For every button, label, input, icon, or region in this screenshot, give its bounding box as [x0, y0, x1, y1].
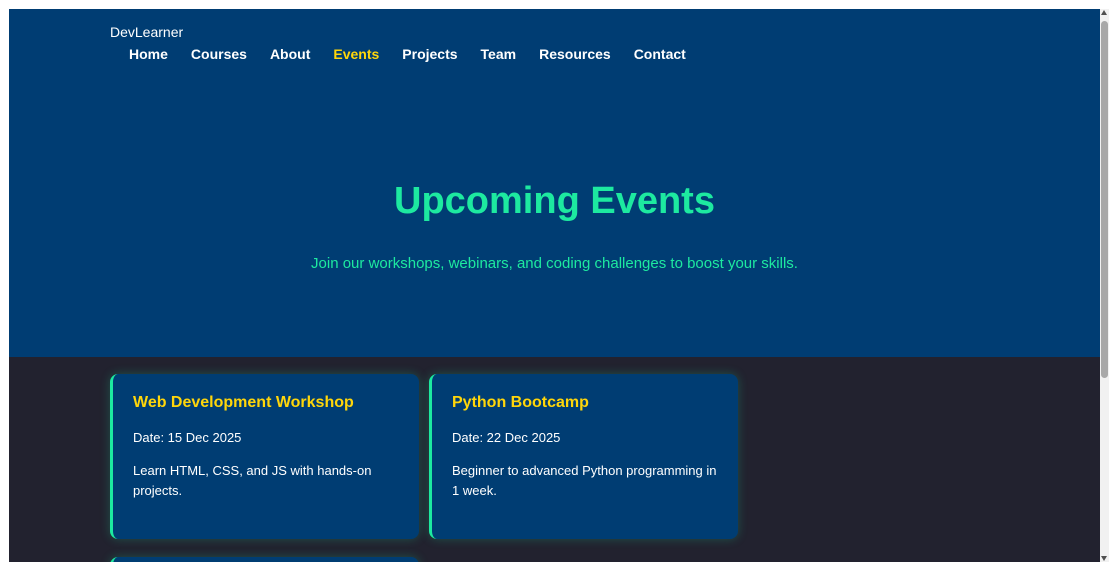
nav-projects[interactable]: Projects [402, 46, 457, 62]
event-date: Date: 15 Dec 2025 [133, 430, 242, 445]
event-cards: Web Development Workshop Date: 15 Dec 20… [110, 374, 738, 539]
event-card[interactable]: Web Development Workshop Date: 15 Dec 20… [110, 374, 419, 539]
brand-logo[interactable]: DevLearner [110, 24, 183, 40]
event-description: Beginner to advanced Python programming … [452, 463, 717, 498]
nav-home[interactable]: Home [129, 46, 168, 62]
nav-contact[interactable]: Contact [634, 46, 686, 62]
nav-events[interactable]: Events [333, 46, 379, 62]
vertical-scrollbar[interactable] [1100, 9, 1109, 562]
page-title: Upcoming Events [394, 180, 715, 222]
nav-resources[interactable]: Resources [539, 46, 611, 62]
scroll-up-icon[interactable] [1101, 10, 1107, 15]
event-description: Learn HTML, CSS, and JS with hands-on pr… [133, 463, 372, 498]
event-card[interactable]: Python Bootcamp Date: 22 Dec 2025 Beginn… [429, 374, 738, 539]
nav-team[interactable]: Team [481, 46, 517, 62]
nav-courses[interactable]: Courses [191, 46, 247, 62]
hero-header: DevLearner Home Courses About Events Pro… [9, 9, 1100, 357]
event-date: Date: 22 Dec 2025 [452, 430, 561, 445]
event-title: Python Bootcamp [452, 394, 589, 411]
scroll-thumb[interactable] [1101, 21, 1108, 378]
nav-about[interactable]: About [270, 46, 310, 62]
page-subtitle: Join our workshops, webinars, and coding… [311, 255, 798, 272]
page-viewport: DevLearner Home Courses About Events Pro… [9, 9, 1100, 562]
main-nav: Home Courses About Events Projects Team … [129, 46, 686, 62]
event-title: Web Development Workshop [133, 394, 354, 411]
scroll-down-icon[interactable] [1101, 556, 1107, 561]
event-card-partial[interactable] [110, 557, 419, 562]
